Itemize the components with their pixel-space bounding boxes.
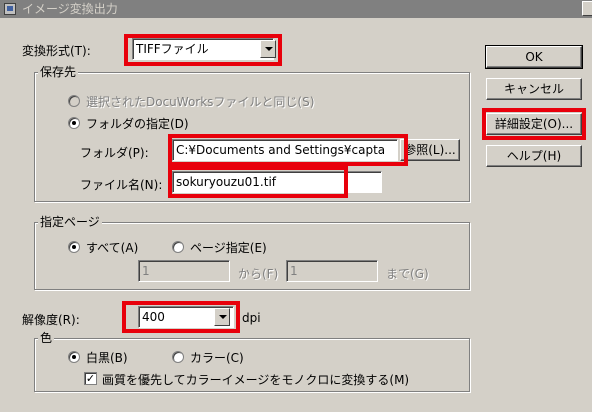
- page-from-label: から(F): [238, 267, 279, 281]
- filename-input[interactable]: sokuryouzu01.tif: [172, 171, 382, 193]
- radio-page-range[interactable]: [172, 241, 184, 253]
- radio-monochrome-label: 白黒(B): [86, 351, 128, 365]
- browse-button[interactable]: 参照(L)...: [400, 139, 460, 161]
- resolution-dropdown-arrow-icon[interactable]: [214, 308, 230, 326]
- page-range-label: 指定ページ: [38, 215, 102, 229]
- close-button[interactable]: [582, 1, 592, 16]
- radio-all-pages[interactable]: [68, 241, 80, 253]
- radio-folder-specified-label: フォルダの指定(D): [86, 117, 189, 131]
- folder-label: フォルダ(P):: [80, 146, 149, 160]
- details-button[interactable]: 詳細設定(O)...: [486, 113, 582, 135]
- filename-label: ファイル名(N):: [80, 178, 163, 192]
- app-icon: [4, 3, 16, 15]
- color-group-label: 色: [38, 331, 55, 345]
- radio-monochrome[interactable]: [68, 351, 80, 363]
- save-destination-label: 保存先: [38, 65, 79, 79]
- image-export-dialog: イメージ変換出力 変換形式(T): TIFFファイル OK キャンセル 詳細設定…: [0, 0, 592, 412]
- radio-same-as-docuworks[interactable]: [68, 95, 80, 107]
- help-button[interactable]: ヘルプ(H): [486, 145, 582, 167]
- page-to-label: まで(G): [386, 267, 429, 281]
- page-to-value: 1: [290, 264, 298, 278]
- folder-path-input[interactable]: C:¥Documents and Settings¥capta: [172, 139, 398, 161]
- format-select[interactable]: TIFFファイル: [132, 38, 274, 60]
- filename-value: sokuryouzu01.tif: [176, 175, 277, 189]
- radio-same-as-docuworks-label: 選択されたDocuWorksファイルと同じ(S): [86, 95, 315, 109]
- radio-folder-specified[interactable]: [68, 117, 80, 129]
- page-to-input[interactable]: 1: [286, 260, 378, 282]
- radio-all-pages-label: すべて(A): [86, 241, 139, 255]
- convert-color-checkbox-label: 画質を優先してカラーイメージをモノクロに変換する(M): [102, 373, 410, 387]
- resolution-unit: dpi: [242, 311, 261, 325]
- folder-path-value: C:¥Documents and Settings¥capta: [176, 143, 386, 157]
- cancel-button[interactable]: キャンセル: [486, 78, 582, 100]
- window-title: イメージ変換出力: [22, 2, 118, 16]
- format-label: 変換形式(T):: [22, 44, 91, 58]
- resolution-value: 400: [142, 310, 165, 324]
- resolution-label: 解像度(R):: [22, 313, 80, 327]
- convert-color-checkbox[interactable]: ✓: [84, 372, 97, 385]
- format-value: TIFFファイル: [136, 42, 209, 56]
- format-dropdown-arrow-icon[interactable]: [260, 40, 276, 58]
- page-from-input[interactable]: 1: [138, 260, 230, 282]
- radio-color-label: カラー(C): [190, 351, 244, 365]
- page-from-value: 1: [142, 264, 150, 278]
- ok-button[interactable]: OK: [485, 45, 583, 69]
- title-bar: イメージ変換出力: [0, 0, 592, 18]
- radio-color[interactable]: [172, 351, 184, 363]
- radio-page-range-label: ページ指定(E): [190, 241, 267, 255]
